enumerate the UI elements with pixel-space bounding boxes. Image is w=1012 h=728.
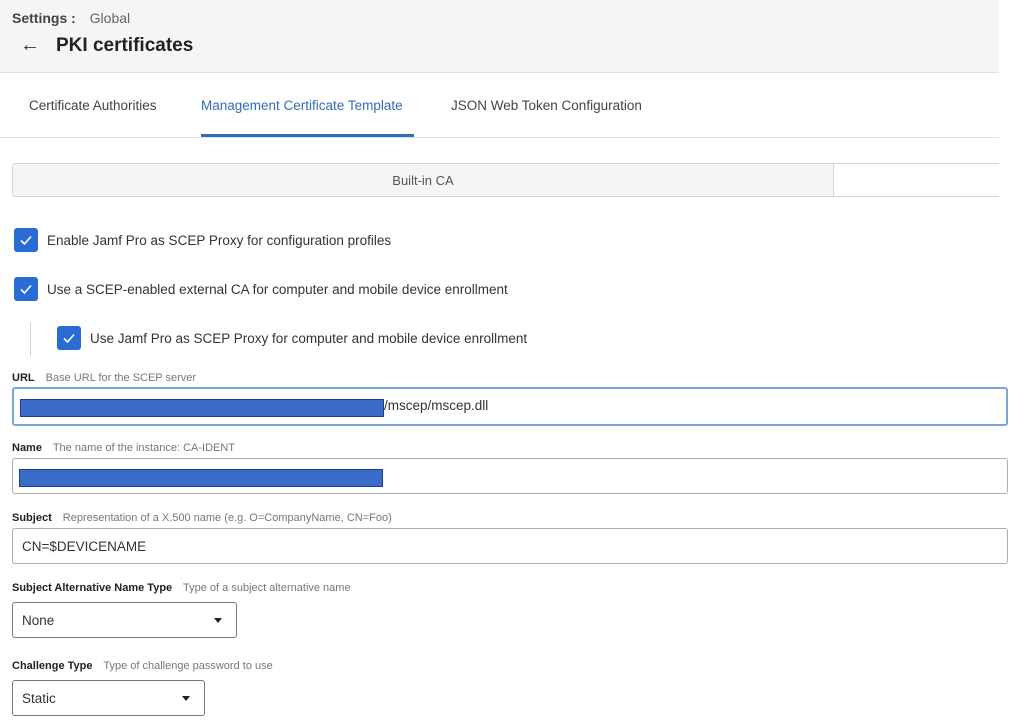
- page-title: PKI certificates: [56, 34, 194, 56]
- checkbox-external-ca[interactable]: [14, 277, 38, 301]
- checkbox-row-scep-proxy-profiles: Enable Jamf Pro as SCEP Proxy for config…: [14, 228, 391, 252]
- subject-label: Subject: [12, 512, 52, 524]
- tab-json-web-token-configuration[interactable]: JSON Web Token Configuration: [451, 98, 642, 113]
- chevron-down-icon: [182, 696, 190, 701]
- checkmark-icon: [63, 333, 75, 344]
- checkbox-label: Use a SCEP-enabled external CA for compu…: [47, 281, 508, 297]
- challenge-type-hint: Type of challenge password to use: [103, 660, 273, 672]
- breadcrumb-current[interactable]: Global: [90, 10, 130, 26]
- checkbox-row-scep-proxy-enrollment: Use Jamf Pro as SCEP Proxy for computer …: [57, 326, 527, 350]
- name-label: Name: [12, 442, 42, 454]
- challenge-type-select[interactable]: Static: [12, 680, 205, 716]
- active-tab-indicator: [201, 134, 414, 137]
- checkbox-row-external-ca: Use a SCEP-enabled external CA for compu…: [14, 277, 508, 301]
- checkmark-icon: [20, 235, 32, 246]
- redacted-block: [20, 399, 384, 417]
- url-value-suffix: /mscep/mscep.dll: [384, 398, 489, 413]
- indent-divider: [30, 322, 31, 356]
- tab-certificate-authorities[interactable]: Certificate Authorities: [29, 98, 157, 113]
- ca-type-segmented-control: Built-in CA: [12, 163, 1000, 197]
- checkbox-label: Use Jamf Pro as SCEP Proxy for computer …: [90, 330, 528, 346]
- san-type-selected: None: [22, 612, 55, 628]
- segment-built-in-ca[interactable]: Built-in CA: [13, 164, 833, 196]
- checkbox-scep-proxy-enrollment[interactable]: [57, 326, 81, 350]
- url-hint: Base URL for the SCEP server: [45, 372, 197, 384]
- breadcrumb: Settings : Global: [12, 10, 130, 26]
- san-type-select[interactable]: None: [12, 602, 237, 638]
- subject-input[interactable]: CN=$DEVICENAME: [12, 528, 1008, 564]
- tab-bar: Certificate Authorities Management Certi…: [0, 73, 999, 138]
- challenge-type-label: Challenge Type: [12, 660, 93, 672]
- page-header: Settings : Global ← PKI certificates: [0, 0, 999, 73]
- subject-field-label: Subject Representation of a X.500 name (…: [12, 512, 392, 524]
- san-type-label: Subject Alternative Name Type: [12, 582, 173, 594]
- chevron-down-icon: [214, 618, 222, 623]
- arrow-left-icon[interactable]: ←: [20, 34, 44, 57]
- checkbox-scep-proxy-profiles[interactable]: [14, 228, 38, 252]
- subject-value: CN=$DEVICENAME: [22, 538, 147, 554]
- name-hint: The name of the instance: CA-IDENT: [52, 442, 236, 454]
- checkmark-icon: [20, 284, 32, 295]
- san-type-field-label: Subject Alternative Name Type Type of a …: [12, 582, 351, 594]
- breadcrumb-settings[interactable]: Settings :: [12, 10, 76, 26]
- name-field-label: Name The name of the instance: CA-IDENT: [12, 442, 235, 454]
- challenge-type-field-label: Challenge Type Type of challenge passwor…: [12, 660, 273, 672]
- tab-management-certificate-template[interactable]: Management Certificate Template: [201, 98, 403, 113]
- redacted-block: [19, 469, 383, 487]
- url-field-label: URL Base URL for the SCEP server: [12, 372, 196, 384]
- url-input[interactable]: /mscep/mscep.dll: [12, 387, 1008, 426]
- san-type-hint: Type of a subject alternative name: [183, 582, 351, 594]
- url-label: URL: [12, 372, 35, 384]
- challenge-type-selected: Static: [22, 690, 56, 706]
- segment-external-ca[interactable]: [833, 164, 1000, 196]
- subject-hint: Representation of a X.500 name (e.g. O=C…: [62, 512, 392, 524]
- checkbox-label: Enable Jamf Pro as SCEP Proxy for config…: [47, 232, 392, 248]
- name-input[interactable]: [12, 458, 1008, 494]
